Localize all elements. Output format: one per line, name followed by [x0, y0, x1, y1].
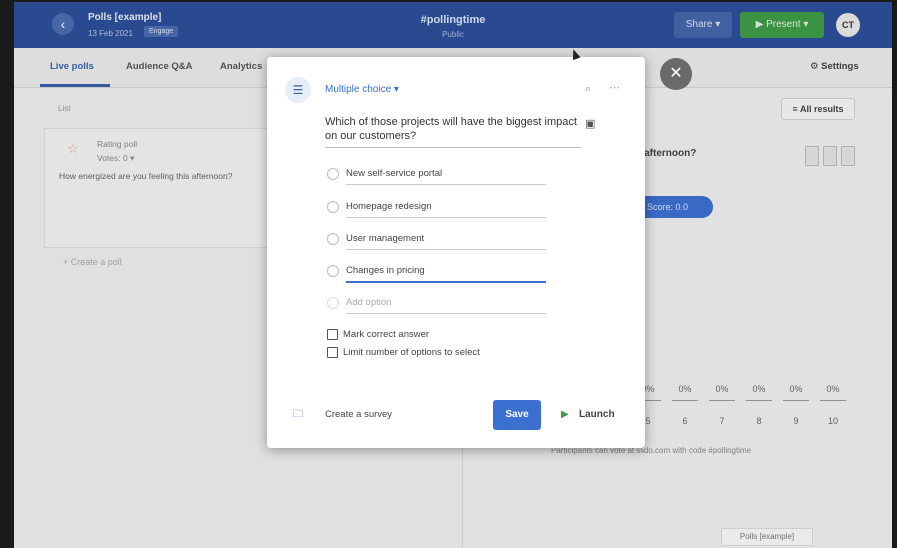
- launch-button[interactable]: ▶ Launch: [551, 400, 623, 430]
- create-survey-link[interactable]: Create a survey: [325, 409, 392, 420]
- option-underline-focused: [346, 281, 546, 283]
- edit-poll-dialog: ☰ Multiple choice ▾ ⌕ ⋯ Which of those p…: [267, 57, 645, 448]
- list-icon: ☰: [285, 77, 311, 103]
- launch-label: Launch: [579, 409, 615, 420]
- mark-correct-checkbox[interactable]: [327, 329, 338, 340]
- add-option-input[interactable]: Add option: [346, 297, 391, 308]
- option-input[interactable]: Changes in pricing: [346, 265, 425, 276]
- option-underline: [346, 249, 546, 250]
- radio-button[interactable]: [327, 201, 339, 213]
- close-icon[interactable]: ✕: [660, 58, 692, 90]
- option-input[interactable]: User management: [346, 233, 424, 244]
- radio-button: [327, 297, 339, 309]
- option-input[interactable]: New self-service portal: [346, 168, 442, 179]
- limit-options-label: Limit number of options to select: [343, 347, 480, 358]
- radio-button[interactable]: [327, 265, 339, 277]
- save-button[interactable]: Save: [493, 400, 541, 430]
- question-input[interactable]: Which of those projects will have the bi…: [325, 115, 581, 143]
- option-row[interactable]: Changes in pricing: [325, 261, 549, 283]
- folder-icon[interactable]: 🗀: [287, 403, 309, 425]
- option-row[interactable]: Homepage redesign: [325, 197, 549, 219]
- option-row[interactable]: User management: [325, 229, 549, 251]
- option-row[interactable]: New self-service portal: [325, 164, 549, 186]
- option-underline: [346, 217, 546, 218]
- mark-correct-label: Mark correct answer: [343, 329, 430, 340]
- add-option-row[interactable]: Add option: [325, 293, 549, 315]
- radio-button[interactable]: [327, 168, 339, 180]
- play-icon: ▶: [561, 409, 569, 420]
- option-underline: [346, 313, 546, 314]
- question-underline: [325, 147, 581, 148]
- image-icon[interactable]: ▣: [585, 117, 595, 130]
- radio-button[interactable]: [327, 233, 339, 245]
- option-input[interactable]: Homepage redesign: [346, 201, 432, 212]
- more-options-icon[interactable]: ⋯: [609, 81, 620, 94]
- poll-type-dropdown[interactable]: Multiple choice ▾: [325, 84, 399, 95]
- limit-options-checkbox[interactable]: [327, 347, 338, 358]
- search-icon[interactable]: ⌕: [585, 83, 591, 96]
- option-underline: [346, 184, 546, 185]
